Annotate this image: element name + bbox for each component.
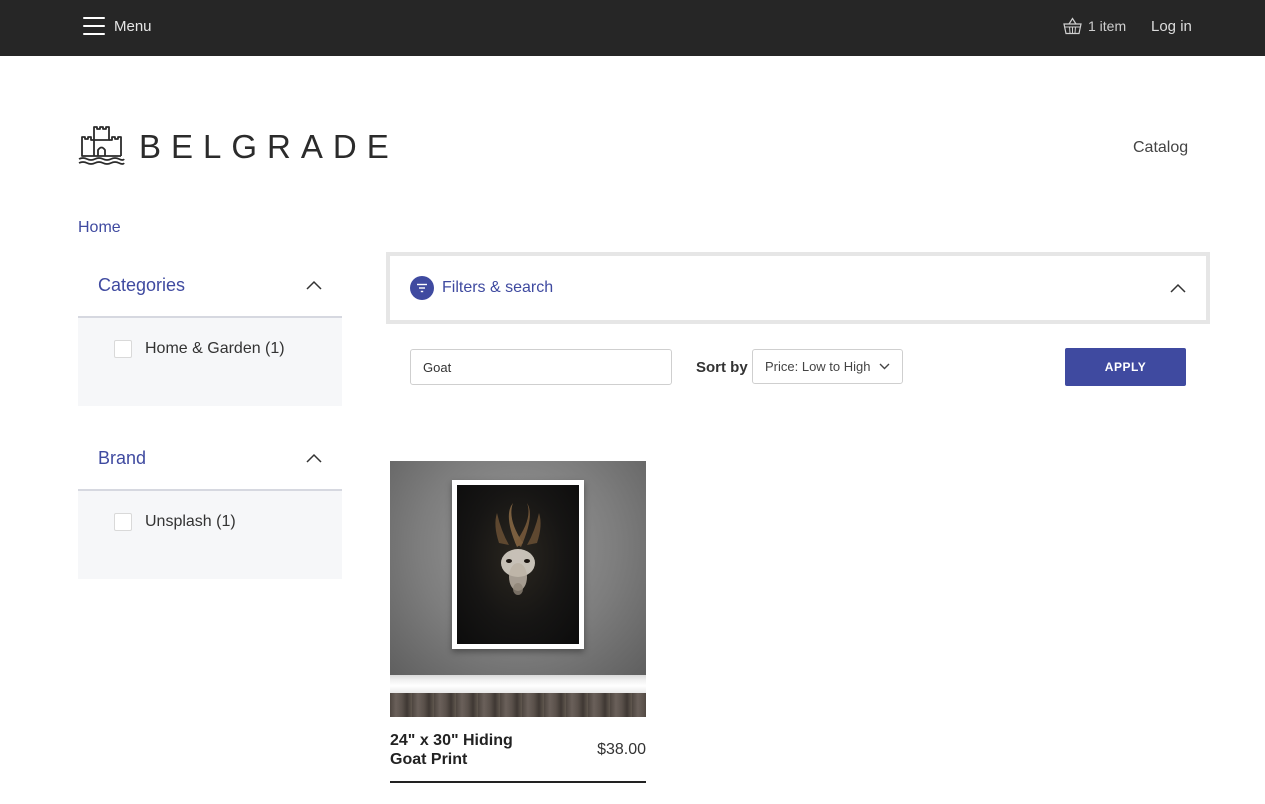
login-link[interactable]: Log in [1151, 18, 1192, 35]
sort-label: Sort by [696, 359, 748, 376]
filter-icon [410, 276, 434, 300]
facet-brand-toggle[interactable]: Brand [78, 427, 342, 491]
sort-selected-value: Price: Low to High [765, 359, 871, 374]
apply-button[interactable]: APPLY [1065, 348, 1186, 386]
chevron-up-icon [1170, 283, 1186, 293]
product-card[interactable]: 24" x 30" Hiding Goat Print $38.00 [390, 461, 646, 783]
filters-search-toggle[interactable]: Filters & search [386, 252, 1210, 324]
castle-icon [78, 126, 125, 165]
product-name[interactable]: 24" x 30" Hiding Goat Print [390, 731, 530, 769]
facet-categories: Categories Home & Garden (1) [78, 254, 342, 406]
cart-count: 1 item [1088, 18, 1127, 34]
option-label: Home & Garden (1) [145, 340, 285, 357]
menu-label: Menu [114, 17, 152, 35]
checkbox[interactable] [114, 513, 132, 531]
breadcrumb-home[interactable]: Home [78, 219, 121, 237]
facet-title: Categories [98, 274, 186, 295]
basket-icon [1063, 17, 1082, 35]
filter-option-unsplash[interactable]: Unsplash (1) [114, 513, 342, 531]
product-info: 24" x 30" Hiding Goat Print $38.00 [390, 729, 646, 783]
facet-options: Unsplash (1) [78, 491, 342, 579]
chevron-down-icon [879, 363, 890, 370]
cart-link[interactable]: 1 item [1063, 17, 1126, 35]
checkbox[interactable] [114, 340, 132, 358]
top-bar: Menu 1 item Log in [0, 0, 1265, 56]
sort-select[interactable]: Price: Low to High [752, 349, 903, 384]
facet-title: Brand [98, 447, 147, 468]
brand-name: BELGRADE [139, 127, 399, 165]
facet-brand: Brand Unsplash (1) [78, 427, 342, 579]
facet-categories-toggle[interactable]: Categories [78, 254, 342, 318]
nav-catalog[interactable]: Catalog [1133, 139, 1188, 157]
chevron-up-icon [306, 280, 322, 290]
facet-options: Home & Garden (1) [78, 318, 342, 406]
filter-option-home-garden[interactable]: Home & Garden (1) [114, 340, 342, 358]
option-label: Unsplash (1) [145, 513, 236, 530]
filters-label: Filters & search [442, 279, 554, 296]
chevron-up-icon [306, 453, 322, 463]
framed-print [452, 480, 584, 649]
menu-button[interactable]: Menu [83, 14, 152, 38]
hamburger-icon [83, 17, 105, 35]
product-image[interactable] [390, 461, 646, 717]
search-input[interactable] [410, 349, 672, 385]
product-price: $38.00 [597, 741, 646, 758]
brand-logo[interactable]: BELGRADE [78, 126, 399, 166]
